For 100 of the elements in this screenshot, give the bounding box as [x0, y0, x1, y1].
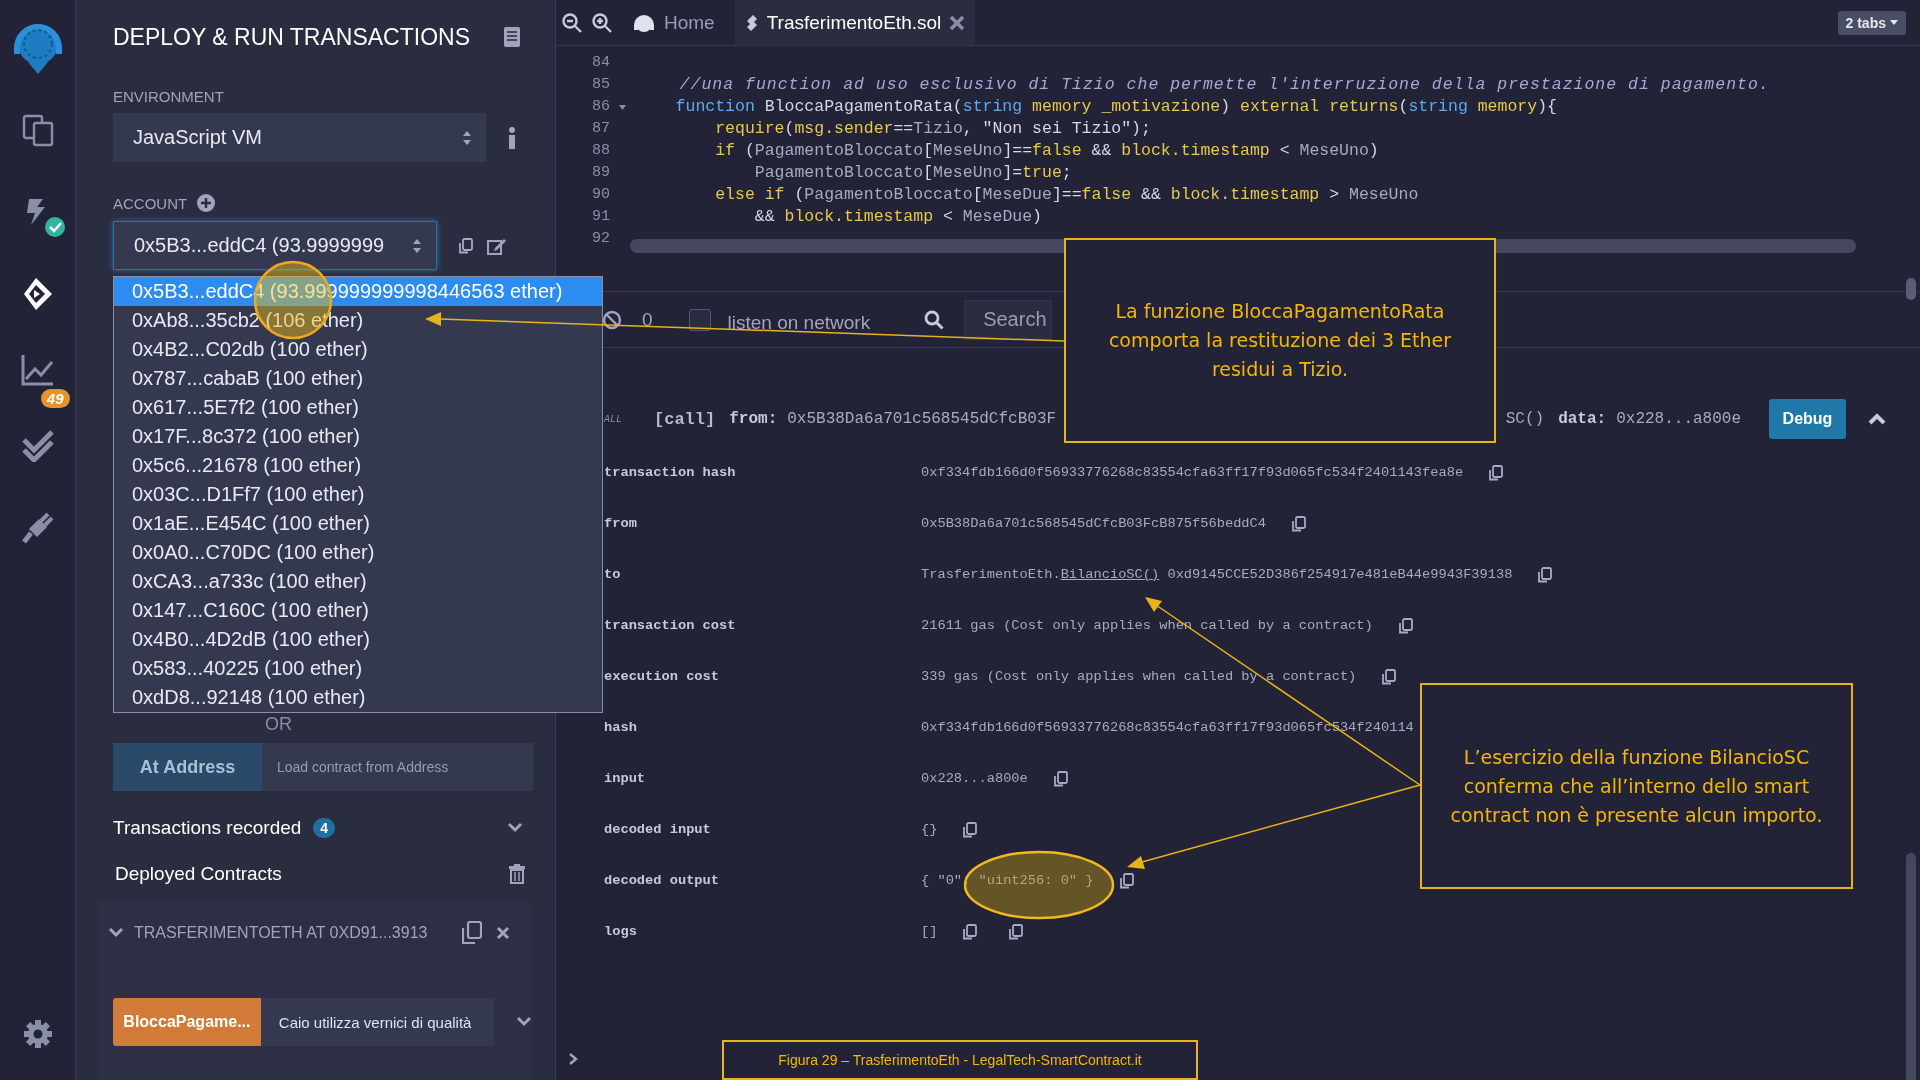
files-icon: [20, 113, 55, 147]
close-icon[interactable]: [949, 14, 966, 31]
code-line: //una function ad uso esclusivo di Tizio che permette l'interruzione della prestazione di pagamento.: [678, 74, 1770, 94]
line-number: 89: [592, 163, 610, 181]
call-type: [call]: [654, 409, 716, 429]
search-icon[interactable]: [924, 309, 945, 330]
trash-icon[interactable]: [509, 864, 525, 884]
field-value: []: [921, 924, 938, 939]
close-icon[interactable]: [496, 926, 510, 940]
check-badge-icon: [43, 216, 66, 238]
contract-title: TRASFERIMENTOETH AT 0XD91...3913: [134, 924, 429, 942]
add-icon[interactable]: [197, 194, 216, 212]
data-text: 0x228...a800e: [1616, 410, 1741, 428]
scrollbar-thumb[interactable]: [1906, 853, 1916, 1080]
field-label: ACCOUNT: [113, 194, 188, 212]
section-title: Transactions recorded: [113, 817, 302, 839]
dropdown-item[interactable]: 0x03C...D1Ff7 (100 ether): [114, 480, 602, 509]
callout-text: L’esercizio della funzione BilancioSC conferma che all’interno dello smart contract non è presente alcun importo.: [1420, 683, 1853, 889]
dropdown-item[interactable]: 0x5c6...21678 (100 ether): [114, 451, 602, 480]
count-badge: 4: [313, 818, 336, 838]
code-line: else if (PagamentoBloccato[MeseDue]==false && block.timestamp > MeseUno: [714, 184, 1419, 204]
line-number: 92: [592, 229, 610, 247]
field-label: transaction cost: [604, 618, 737, 633]
field-label: from:: [729, 410, 778, 428]
double-check-icon: [20, 430, 55, 462]
copy-icon[interactable]: [1382, 668, 1397, 685]
editor-tab[interactable]: Home: [622, 0, 725, 45]
field-value: TrasferimentoEth.BilancioSC() 0xd9145CCE52D386f254917e481eB44e9943F39138: [921, 567, 1513, 582]
fold-icon[interactable]: [619, 104, 626, 110]
zoom-out-icon[interactable]: [562, 12, 582, 33]
copy-icon[interactable]: [1009, 923, 1024, 940]
field-label: decoded output: [604, 873, 720, 888]
scrollbar-thumb[interactable]: [1906, 278, 1916, 300]
chevron-icon[interactable]: [1868, 413, 1886, 425]
copy-icon[interactable]: [1053, 770, 1068, 787]
dropdown-item[interactable]: 0x617...5E7f2 (100 ether): [114, 393, 602, 422]
dropdown-item[interactable]: 0x4B0...4D2dB (100 ether): [114, 625, 602, 654]
code-line: && block.timestamp < MeseDue): [753, 206, 1042, 226]
account-select[interactable]: 0x5B3...eddC4 (93.9999999: [113, 221, 437, 270]
figure-caption: Figura 29 – TrasferimentoEth - LegalTech-SmartContract.it: [722, 1040, 1198, 1080]
address-field[interactable]: Load contract from Address: [262, 743, 533, 791]
copy-icon[interactable]: [1292, 515, 1306, 532]
dropdown-item[interactable]: 0xdD8...92148 (100 ether): [114, 683, 602, 712]
copy-icon[interactable]: [1398, 617, 1413, 634]
line-number: 87: [592, 119, 610, 137]
copy-icon[interactable]: [462, 921, 482, 945]
chevron-icon[interactable]: [108, 926, 124, 940]
argument-field[interactable]: Caio utilizza vernici di qualità: [260, 998, 494, 1046]
dropdown-item[interactable]: 0x17F...8c372 (100 ether): [114, 422, 602, 451]
field-label: input: [604, 771, 647, 786]
debug-button[interactable]: Debug: [1769, 399, 1846, 439]
field-label: execution cost: [604, 669, 720, 684]
line-number: 88: [592, 141, 610, 159]
edit-icon[interactable]: [487, 236, 507, 255]
dropdown-item[interactable]: 0x787...cabaB (100 ether): [114, 364, 602, 393]
checkbox[interactable]: [688, 308, 711, 331]
chevron-icon[interactable]: [516, 1015, 532, 1029]
dropdown-item[interactable]: 0x4B2...C02db (100 ether): [114, 335, 602, 364]
info-icon[interactable]: [508, 126, 516, 149]
copy-icon[interactable]: [963, 821, 978, 838]
copy-icon[interactable]: [963, 923, 978, 940]
editor-tab[interactable]: TrasferimentoEth.sol: [734, 0, 976, 45]
search-field[interactable]: Search: [964, 299, 1053, 340]
dropdown-item[interactable]: 0x1aE...E454C (100 ether): [114, 509, 602, 538]
field-value: 0x5B38Da6a701c568545dCfcB03FcB875f56beddC4: [921, 516, 1266, 531]
dropdown-item[interactable]: 0x147...C160C (100 ether): [114, 596, 602, 625]
checkbox-label: listen on network: [727, 311, 871, 334]
field-value: 0xf334fdb166d0f56933776268c83554cfa63ff17f93d065fc534f2401143fea8e: [921, 465, 1464, 480]
address-text: 0x5B38Da6a701c568545dCfcB03F: [787, 410, 1057, 428]
copy-icon[interactable]: [459, 237, 473, 254]
copy-icon[interactable]: [1489, 464, 1504, 481]
dropdown-item[interactable]: 0xCA3...a733c (100 ether): [114, 567, 602, 596]
dropdown-item[interactable]: 0x583...40225 (100 ether): [114, 654, 602, 683]
settings-icon: [22, 1019, 53, 1049]
tabs-button[interactable]: 2 tabs: [1837, 10, 1906, 35]
count-badge: 49: [40, 389, 70, 408]
code-line: PagamentoBloccato[MeseUno]=true;: [753, 162, 1072, 182]
caret-down-icon: [1890, 20, 1898, 25]
copy-icon[interactable]: [1119, 872, 1134, 889]
field-label: ENVIRONMENT: [113, 88, 225, 105]
dropdown-item[interactable]: 0x0A0...C70DC (100 ether): [114, 538, 602, 567]
book-icon[interactable]: [503, 26, 521, 48]
field-label: decoded input: [604, 822, 712, 837]
clear-icon[interactable]: [602, 309, 622, 330]
line-number: 91: [592, 207, 610, 225]
function-text: SC(): [1505, 410, 1545, 428]
code-line: if (PagamentoBloccato[MeseUno]==false && block.timestamp < MeseUno): [714, 140, 1379, 160]
field-value: 339 gas (Cost only applies when called by a contract): [921, 669, 1357, 684]
call-tag: ALL: [604, 413, 654, 425]
pending-count: 0: [642, 308, 653, 331]
line-number: 86: [592, 97, 610, 115]
line-number: 90: [592, 185, 610, 203]
function-link[interactable]: BilancioSC(): [1060, 567, 1160, 582]
at-address-button[interactable]: At Address: [113, 743, 262, 791]
code-line: function BloccaPagamentoRata(string memory _motivazione) external returns(string memory){: [674, 96, 1557, 116]
environment-select[interactable]: JavaScript VM: [113, 113, 486, 162]
copy-icon[interactable]: [1538, 566, 1553, 583]
chevron-icon[interactable]: [507, 821, 523, 835]
zoom-in-icon[interactable]: [592, 12, 612, 33]
plug-icon: [20, 511, 55, 545]
